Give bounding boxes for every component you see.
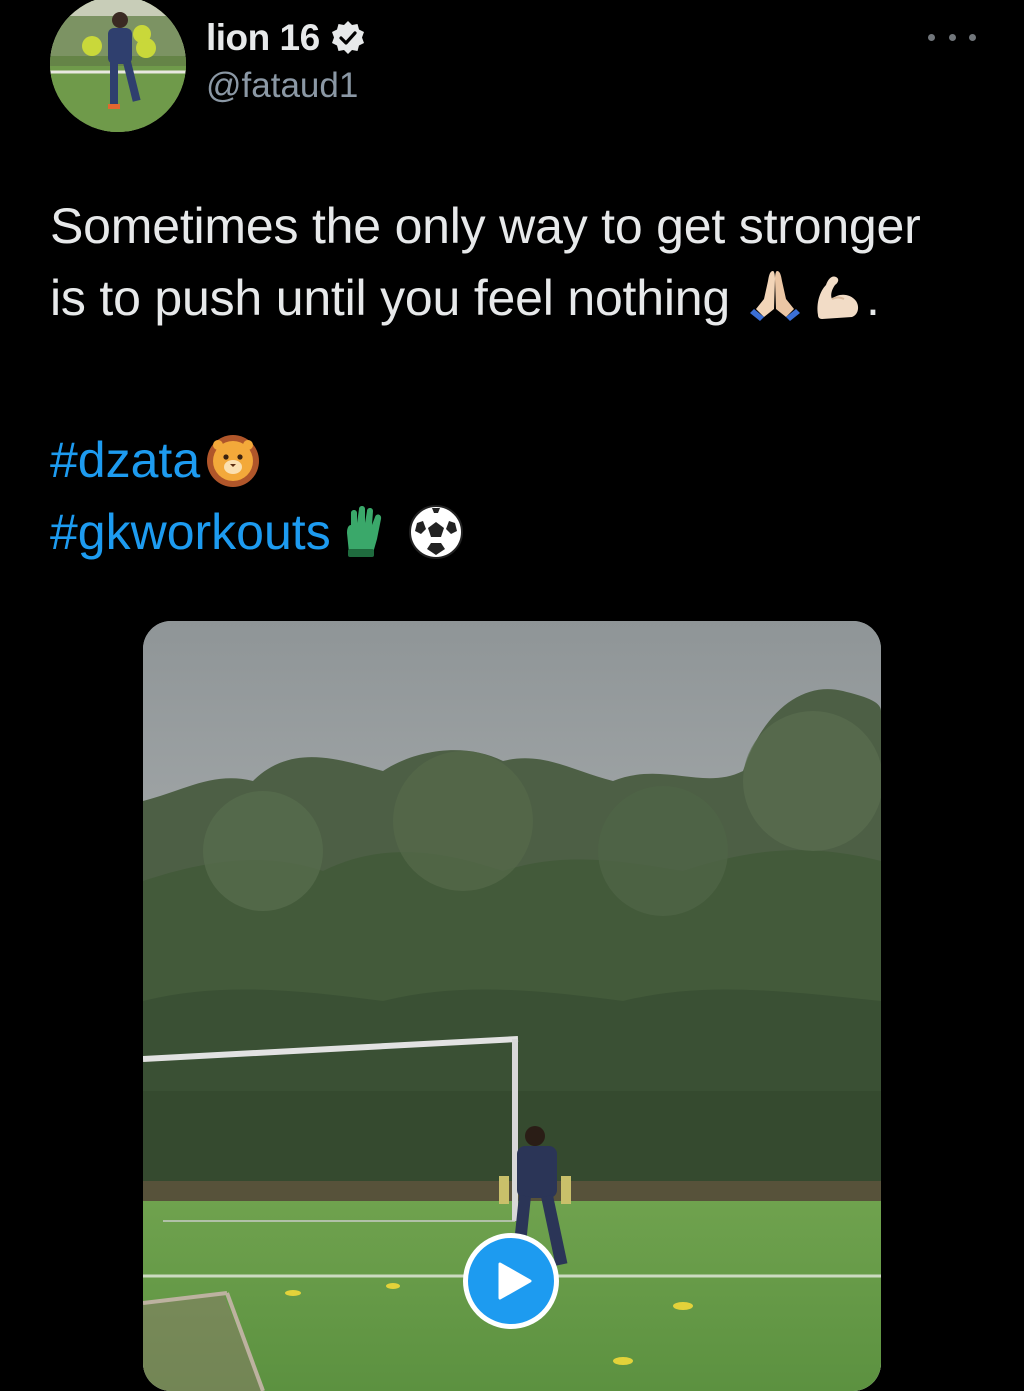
tweet-text: Sometimes the only way to get stronger i… — [50, 190, 950, 334]
avatar[interactable] — [50, 0, 186, 132]
verified-badge-icon — [330, 20, 366, 56]
flexed-biceps-icon — [808, 265, 866, 323]
hashtag-line-dzata: #dzata — [50, 424, 950, 496]
folded-hands-icon — [746, 265, 804, 323]
author-handle[interactable]: @fataud1 — [206, 66, 358, 106]
more-options-button[interactable] — [928, 22, 976, 52]
play-icon — [498, 1262, 532, 1300]
hashtag-block: #dzata #gkworkouts — [50, 424, 950, 568]
avatar-image — [50, 0, 186, 132]
hashtag-gkworkouts[interactable]: #gkworkouts — [50, 496, 331, 568]
more-dot-icon — [969, 33, 976, 41]
hashtag-dzata[interactable]: #dzata — [50, 424, 200, 496]
soccer-ball-icon — [407, 503, 465, 561]
lion-face-icon — [204, 431, 262, 489]
display-name[interactable]: lion 16 — [206, 17, 320, 59]
hashtag-line-gkworkouts: #gkworkouts — [50, 496, 950, 568]
author-name-row[interactable]: lion 16 — [206, 14, 366, 62]
more-dot-icon — [948, 33, 956, 41]
gloves-icon — [335, 503, 393, 561]
tweet-text-end: . — [865, 270, 880, 326]
more-dot-icon — [928, 33, 935, 41]
play-button[interactable] — [463, 1233, 559, 1329]
